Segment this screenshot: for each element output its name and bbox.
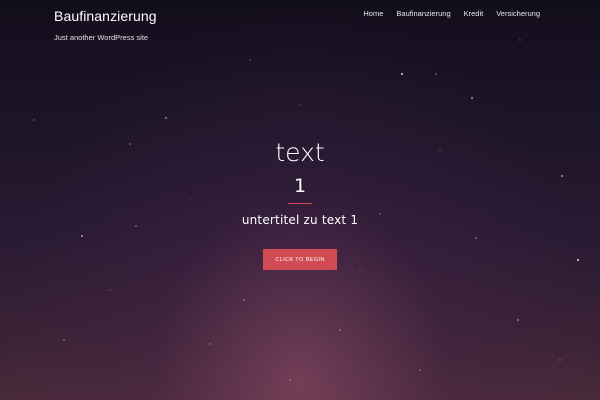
nav-item-home[interactable]: Home bbox=[363, 9, 383, 18]
nav-item-kredit[interactable]: Kredit bbox=[464, 9, 484, 18]
site-title[interactable]: Baufinanzierung bbox=[54, 8, 157, 24]
nav-item-baufinanzierung[interactable]: Baufinanzierung bbox=[396, 9, 450, 18]
click-to-begin-button[interactable]: Click to begin bbox=[263, 249, 337, 270]
hero-divider bbox=[288, 203, 312, 204]
site-tagline: Just another WordPress site bbox=[54, 33, 149, 42]
hero-title-number: 1 bbox=[293, 175, 307, 197]
hero-title: text bbox=[275, 138, 325, 167]
nav-item-versicherung[interactable]: Versicherung bbox=[496, 9, 540, 18]
main-navigation: Home Baufinanzierung Kredit Versicherung bbox=[350, 9, 540, 18]
hero-section: text 1 untertitel zu text 1 Click to beg… bbox=[0, 130, 600, 270]
site-header: Baufinanzierung Just another WordPress s… bbox=[0, 0, 600, 60]
hero-subtitle: untertitel zu text 1 bbox=[241, 213, 359, 227]
